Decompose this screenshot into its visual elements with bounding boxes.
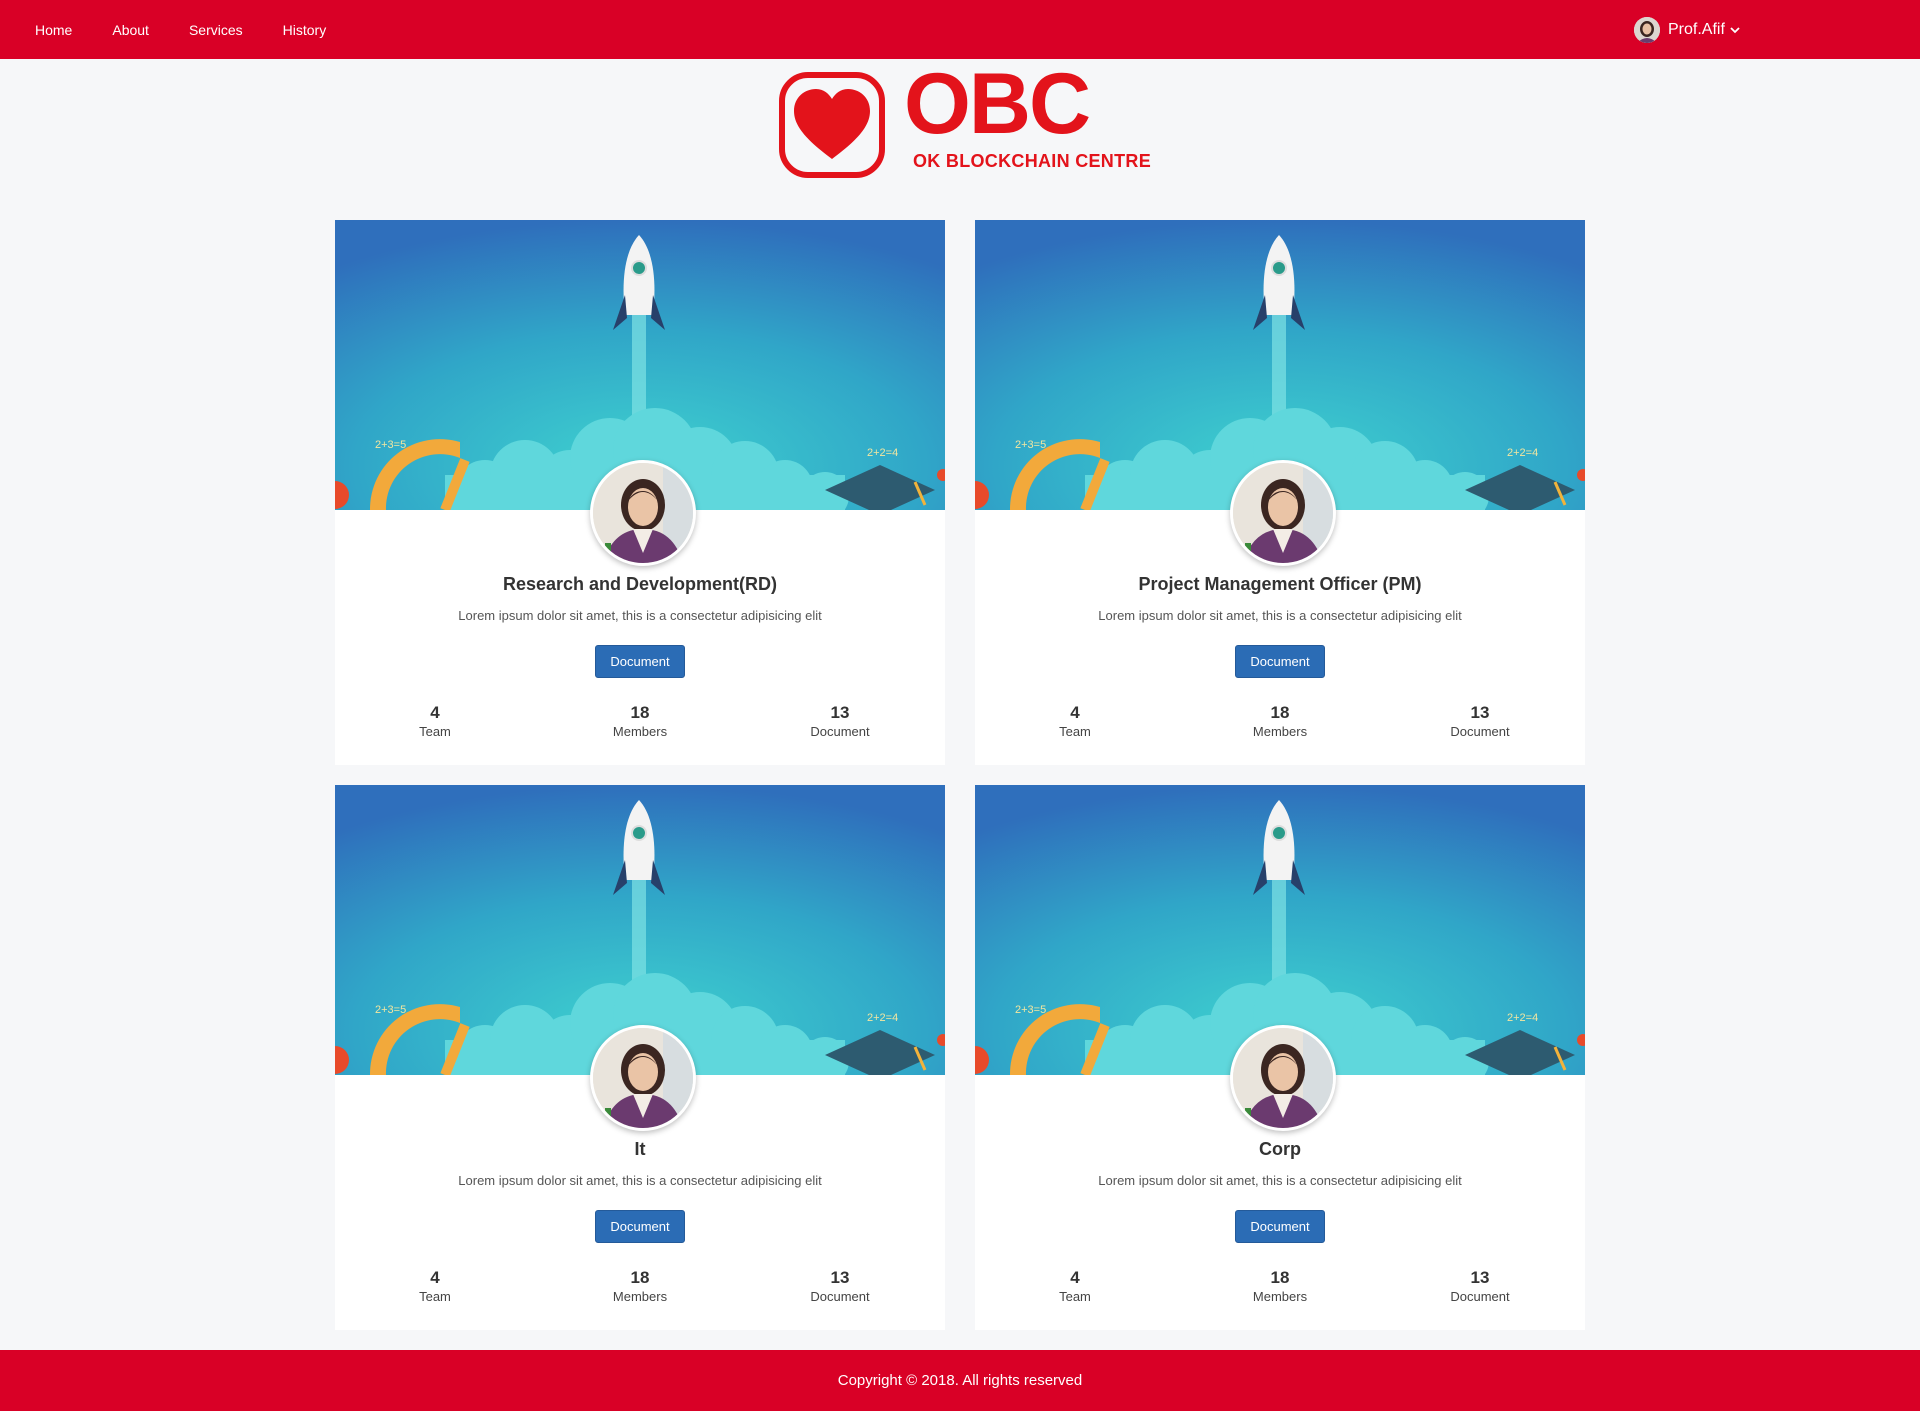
user-name: Prof.Afif xyxy=(1668,21,1725,38)
top-navbar: Home About Services History Prof.Afif xyxy=(0,0,1920,59)
cover-formula-right: 2+2=4 xyxy=(867,447,898,459)
document-button[interactable]: Document xyxy=(595,645,685,678)
nav-link-home[interactable]: Home xyxy=(35,22,72,38)
stat-members: 18 Members xyxy=(560,1268,720,1304)
avatar xyxy=(590,460,696,566)
avatar xyxy=(1230,1025,1336,1131)
stat-team-value: 4 xyxy=(1070,1268,1080,1287)
avatar xyxy=(590,1025,696,1131)
user-menu[interactable]: Prof.Afif xyxy=(1634,16,1741,44)
stat-members-label: Members xyxy=(1252,724,1308,739)
stat-documents: 13 Document xyxy=(760,1268,920,1304)
site-logo: OBC OK BLOCKCHAIN CENTRE xyxy=(778,61,1151,181)
stat-documents-value: 13 xyxy=(830,703,850,722)
cover-formula-right: 2+2=4 xyxy=(1507,1012,1538,1024)
cover-formula-left: 2+3=5 xyxy=(1015,439,1046,451)
stat-members-label: Members xyxy=(612,1289,668,1304)
cover-formula-left: 2+3=5 xyxy=(1015,1004,1046,1016)
team-card-4: 2+3=5 2+2=4 Corp Lorem ipsum dolor sit a… xyxy=(975,785,1585,1330)
stat-team-value: 4 xyxy=(430,703,440,722)
card-title: Corp xyxy=(1259,1139,1301,1159)
stat-team: 4 Team xyxy=(355,703,515,739)
stat-documents: 13 Document xyxy=(760,703,920,739)
stat-members-label: Members xyxy=(1252,1289,1308,1304)
footer: Copyright © 2018. All rights reserved xyxy=(0,1350,1920,1411)
document-button[interactable]: Document xyxy=(1235,645,1325,678)
stat-team-label: Team xyxy=(419,1289,451,1304)
stat-documents-value: 13 xyxy=(1470,1268,1490,1287)
stat-team: 4 Team xyxy=(995,703,1155,739)
document-button[interactable]: Document xyxy=(1235,1210,1325,1243)
card-title: It xyxy=(634,1139,646,1159)
stat-members-label: Members xyxy=(612,724,668,739)
card-description: Lorem ipsum dolor sit amet, this is a co… xyxy=(1098,608,1462,623)
stat-members: 18 Members xyxy=(560,703,720,739)
cover-formula-left: 2+3=5 xyxy=(375,439,406,451)
stat-members: 18 Members xyxy=(1200,1268,1360,1304)
stat-members-value: 18 xyxy=(630,703,650,722)
stat-team-value: 4 xyxy=(430,1268,440,1287)
card-description: Lorem ipsum dolor sit amet, this is a co… xyxy=(458,608,822,623)
stat-team: 4 Team xyxy=(355,1268,515,1304)
stat-documents-value: 13 xyxy=(830,1268,850,1287)
logo-wordmark: OBC xyxy=(904,56,1091,152)
stat-team-label: Team xyxy=(419,724,451,739)
stat-team: 4 Team xyxy=(995,1268,1155,1304)
stat-members: 18 Members xyxy=(1200,703,1360,739)
footer-copyright: Copyright © 2018. All rights reserved xyxy=(837,1372,1083,1389)
card-description: Lorem ipsum dolor sit amet, this is a co… xyxy=(458,1173,822,1188)
stat-members-value: 18 xyxy=(1270,703,1290,722)
user-avatar xyxy=(1634,17,1660,43)
avatar xyxy=(1230,460,1336,566)
nav-link-history[interactable]: History xyxy=(283,22,327,38)
stat-documents: 13 Document xyxy=(1400,703,1560,739)
nav-links: Home About Services History xyxy=(35,0,366,59)
nav-link-about[interactable]: About xyxy=(112,22,149,38)
card-title: Research and Development(RD) xyxy=(502,574,778,594)
card-title: Project Management Officer (PM) xyxy=(1138,574,1422,594)
nav-link-services[interactable]: Services xyxy=(189,22,243,38)
team-card-3: 2+3=5 2+2=4 It Lorem ipsum dolor sit ame… xyxy=(335,785,945,1330)
heart-icon xyxy=(779,72,885,178)
stat-members-value: 18 xyxy=(1270,1268,1290,1287)
logo-subtitle: OK BLOCKCHAIN CENTRE xyxy=(913,151,1151,171)
stat-documents-label: Document xyxy=(1450,1289,1510,1304)
stat-team-value: 4 xyxy=(1070,703,1080,722)
stat-documents-value: 13 xyxy=(1470,703,1490,722)
stat-documents-label: Document xyxy=(1450,724,1510,739)
document-button[interactable]: Document xyxy=(595,1210,685,1243)
team-card-2: 2+3=5 2+2=4 Project Management Officer (… xyxy=(975,220,1585,765)
stat-documents-label: Document xyxy=(810,1289,870,1304)
chevron-down-icon xyxy=(1730,27,1740,34)
stat-team-label: Team xyxy=(1059,1289,1091,1304)
stat-members-value: 18 xyxy=(630,1268,650,1287)
stat-team-label: Team xyxy=(1059,724,1091,739)
card-description: Lorem ipsum dolor sit amet, this is a co… xyxy=(1098,1173,1462,1188)
stat-documents: 13 Document xyxy=(1400,1268,1560,1304)
cover-formula-left: 2+3=5 xyxy=(375,1004,406,1016)
cover-formula-right: 2+2=4 xyxy=(867,1012,898,1024)
team-card-1: 2+3=5 2+2=4 Research and Development(RD)… xyxy=(335,220,945,765)
stat-documents-label: Document xyxy=(810,724,870,739)
cover-formula-right: 2+2=4 xyxy=(1507,447,1538,459)
